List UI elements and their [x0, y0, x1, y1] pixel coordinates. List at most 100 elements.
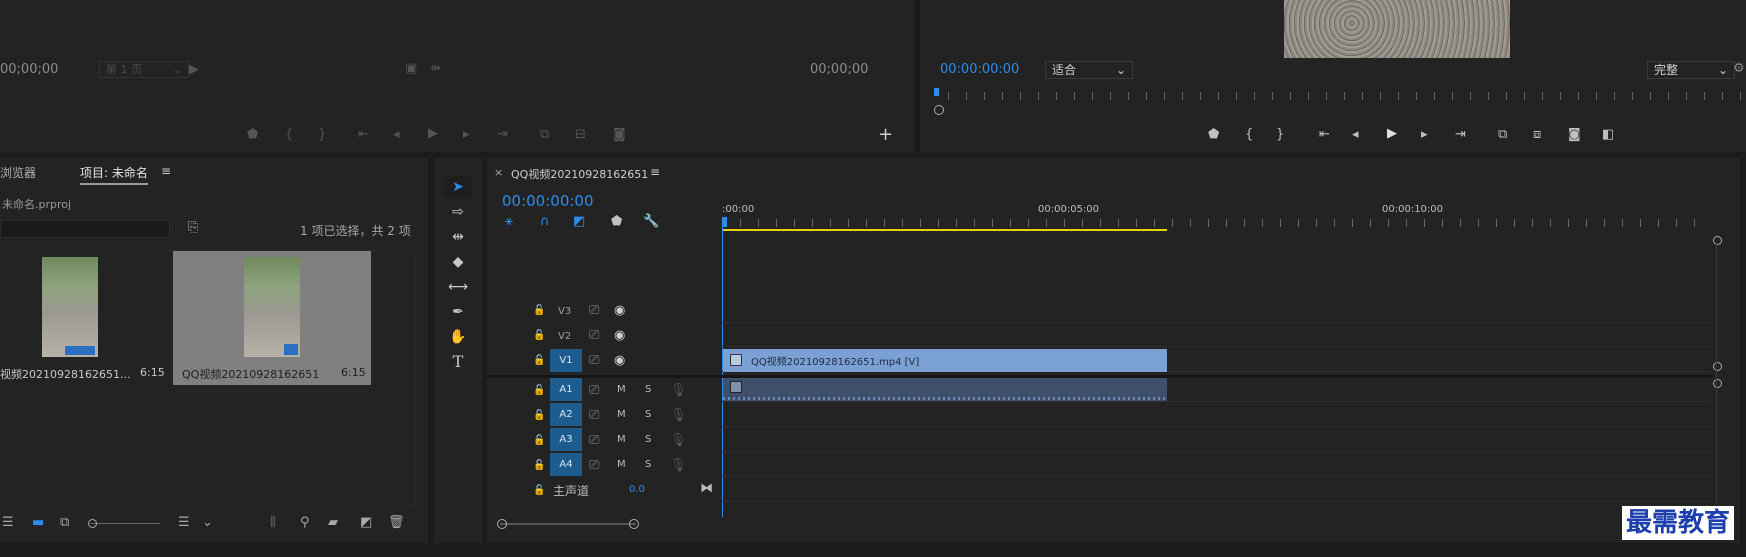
- step-forward-icon[interactable]: ▸: [463, 128, 470, 142]
- insert-icon[interactable]: ⧉: [540, 128, 549, 142]
- track-target-a3[interactable]: A3: [550, 428, 582, 451]
- search-icon[interactable]: ⚲: [300, 516, 310, 530]
- zoom-select[interactable]: 适合 ⌄: [1045, 61, 1133, 79]
- lock-icon[interactable]: 🔓: [533, 409, 545, 423]
- sync-lock-icon[interactable]: ⎚: [589, 304, 599, 318]
- go-to-in-icon[interactable]: ⇤: [1319, 128, 1330, 142]
- razor-tool-icon[interactable]: ◆: [444, 251, 472, 273]
- slip-tool-icon[interactable]: ⟷: [444, 276, 472, 298]
- step-back-icon[interactable]: ◂: [393, 128, 400, 142]
- pen-tool-icon[interactable]: ✒: [444, 301, 472, 323]
- lift-icon[interactable]: ⧉: [1498, 128, 1507, 142]
- lock-icon[interactable]: 🔓: [533, 484, 545, 498]
- timeline-horizontal-scrollbar[interactable]: [497, 519, 639, 529]
- program-playhead[interactable]: [934, 88, 939, 96]
- sync-lock-icon[interactable]: ⎚: [589, 354, 599, 368]
- tab-media-browser[interactable]: 浏览器: [0, 164, 36, 181]
- track-select-tool-icon[interactable]: ⇨: [444, 201, 472, 223]
- audio-scroll-top-handle[interactable]: [1713, 379, 1722, 388]
- play-small-icon[interactable]: ▶: [189, 63, 199, 77]
- sequence-tab[interactable]: QQ视频20210928162651: [511, 166, 648, 182]
- microphone-icon[interactable]: 🎙: [670, 434, 687, 448]
- lock-icon[interactable]: 🔓: [533, 304, 545, 318]
- page-select[interactable]: 第 1 页 ⌄: [99, 61, 189, 78]
- go-to-end-icon[interactable]: ⧓: [700, 482, 713, 496]
- program-timecode[interactable]: 00:00:00:00: [940, 62, 1019, 77]
- sync-lock-icon[interactable]: ⎚: [589, 434, 599, 448]
- list-view-icon[interactable]: ☰: [2, 516, 14, 530]
- snap-in-sequence-icon[interactable]: ⚹: [505, 215, 513, 229]
- trash-icon[interactable]: 🗑: [388, 516, 405, 530]
- lock-icon[interactable]: 🔓: [533, 329, 545, 343]
- go-to-out-icon[interactable]: ⇥: [497, 128, 508, 142]
- track-a4-lane[interactable]: [722, 453, 1710, 477]
- tab-project[interactable]: 项目: 未命名: [80, 164, 148, 185]
- timeline-vertical-scrollbar[interactable]: [1716, 244, 1717, 504]
- sequence-tab-menu-icon[interactable]: ≡: [650, 165, 660, 179]
- video-scroll-bottom-handle[interactable]: [1713, 362, 1722, 371]
- go-to-out-icon[interactable]: ⇥: [1455, 128, 1466, 142]
- track-v3-lane[interactable]: [722, 299, 1710, 323]
- microphone-icon[interactable]: 🎙: [670, 384, 687, 398]
- snap-icon[interactable]: ∩: [540, 215, 550, 229]
- lock-icon[interactable]: 🔓: [533, 384, 545, 398]
- mute-button[interactable]: M: [617, 409, 626, 420]
- timeline-timecode[interactable]: 00:00:00:00: [502, 192, 594, 210]
- track-target-a2[interactable]: A2: [550, 403, 582, 426]
- lock-icon[interactable]: 🔓: [533, 434, 545, 448]
- compare-view-icon[interactable]: ◧: [1602, 128, 1614, 142]
- microphone-icon[interactable]: 🎙: [670, 459, 687, 473]
- media-item-selected[interactable]: QQ视频20210928162651 6:15: [173, 251, 371, 385]
- camera-icon[interactable]: ◙: [1568, 128, 1581, 142]
- zoom-slider[interactable]: [88, 519, 160, 528]
- lock-icon[interactable]: 🔓: [533, 459, 545, 473]
- search-input[interactable]: [0, 220, 170, 238]
- quality-select[interactable]: 完整 ⌄: [1647, 61, 1735, 79]
- track-a3-lane[interactable]: [722, 428, 1710, 452]
- settings-icon[interactable]: ⇻: [430, 62, 441, 76]
- new-bin-icon[interactable]: ▰: [328, 516, 338, 530]
- add-button[interactable]: +: [878, 124, 893, 145]
- mute-button[interactable]: M: [617, 434, 626, 445]
- selection-tool-icon[interactable]: ➤: [444, 176, 472, 198]
- mark-in-icon[interactable]: {: [1245, 128, 1253, 142]
- zoom-slider-handle[interactable]: [88, 519, 97, 528]
- scroll-left-handle[interactable]: [497, 519, 507, 529]
- play-icon[interactable]: ▶: [1387, 127, 1397, 141]
- extract-icon[interactable]: ⧈: [1533, 128, 1541, 142]
- track-target-a1[interactable]: A1: [550, 378, 582, 401]
- track-target-v1[interactable]: V1: [550, 349, 582, 372]
- solo-button[interactable]: S: [645, 384, 651, 395]
- type-tool-icon[interactable]: T: [444, 351, 472, 373]
- go-to-in-icon[interactable]: ⇤: [358, 128, 369, 142]
- mark-in-icon[interactable]: {: [285, 128, 293, 142]
- freeform-view-icon[interactable]: ⧉: [60, 516, 69, 530]
- hand-tool-icon[interactable]: ✋: [444, 326, 472, 348]
- lock-icon[interactable]: 🔓: [533, 354, 545, 368]
- mark-out-icon[interactable]: }: [1276, 128, 1284, 142]
- step-back-icon[interactable]: ◂: [1352, 128, 1359, 142]
- zoom-scroll-handle[interactable]: [934, 105, 944, 115]
- tab-menu-icon[interactable]: ≡: [161, 164, 171, 178]
- media-item[interactable]: 视频20210928162651... 6:15: [0, 251, 172, 385]
- eye-icon[interactable]: ◉: [614, 354, 625, 368]
- sort-icon[interactable]: ☰: [178, 516, 190, 530]
- track-master-lane[interactable]: [722, 478, 1710, 502]
- video-clip[interactable]: QQ视频20210928162651.mp4 [V]: [723, 349, 1167, 372]
- source-timecode[interactable]: 00;00;00: [0, 62, 58, 77]
- track-target-a4[interactable]: A4: [550, 453, 582, 476]
- mark-out-icon[interactable]: }: [318, 128, 326, 142]
- program-scrub-bar[interactable]: [934, 88, 1746, 115]
- work-area-bar[interactable]: [722, 229, 1167, 231]
- scroll-right-handle[interactable]: [629, 519, 639, 529]
- play-icon[interactable]: ▶: [428, 127, 438, 141]
- solo-button[interactable]: S: [645, 409, 651, 420]
- step-forward-icon[interactable]: ▸: [1421, 128, 1428, 142]
- eye-icon[interactable]: ◉: [614, 304, 625, 318]
- wrench-icon[interactable]: 🔧: [643, 215, 659, 229]
- new-item-icon[interactable]: ◩: [360, 516, 372, 530]
- camera-icon[interactable]: ◙: [613, 128, 626, 142]
- eye-icon[interactable]: ◉: [614, 329, 625, 343]
- audio-clip[interactable]: [723, 378, 1167, 401]
- add-marker-icon[interactable]: ⬟: [1208, 128, 1219, 142]
